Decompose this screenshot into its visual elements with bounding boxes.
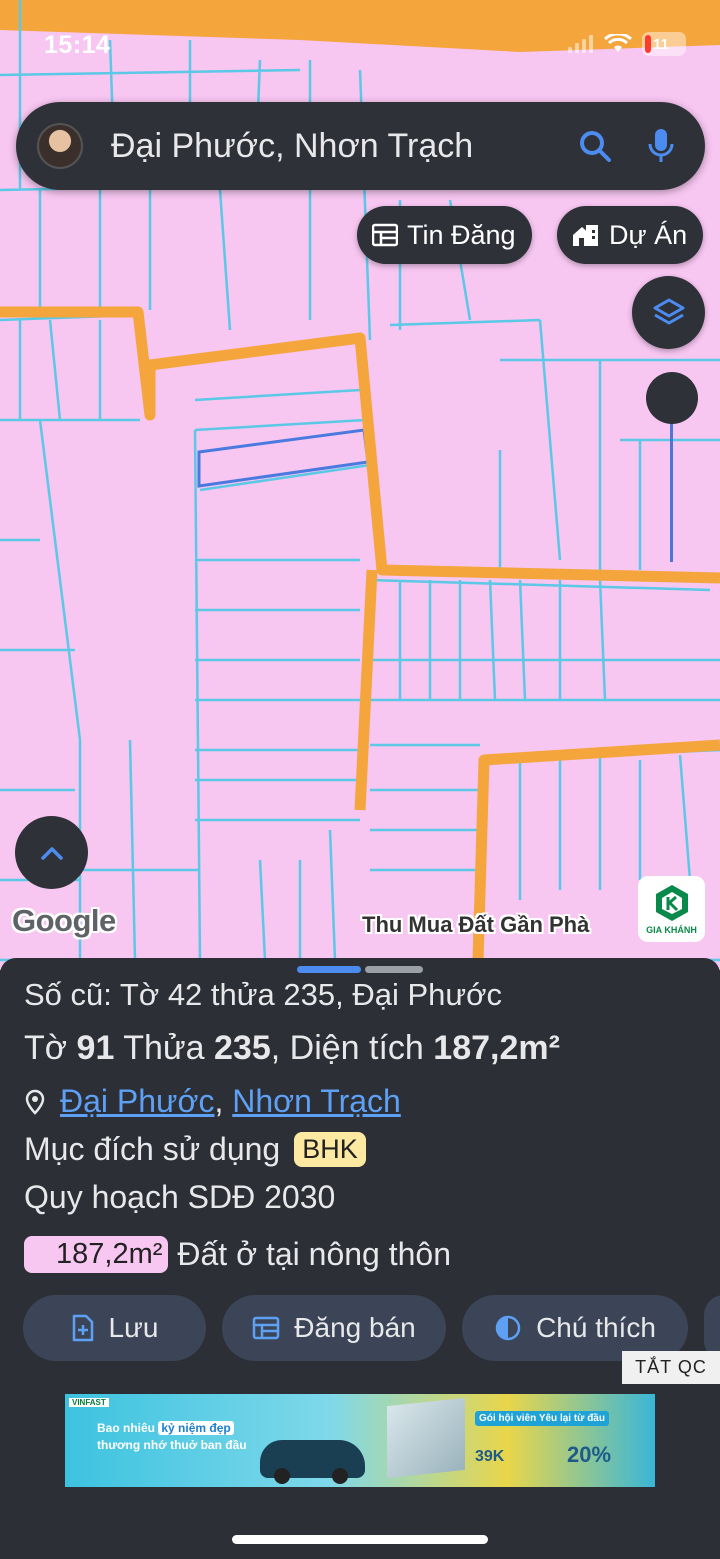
avatar[interactable] xyxy=(37,123,83,169)
layers-icon xyxy=(653,298,684,324)
old-parcel-id: Số cũ: Tờ 42 thửa 235, Đại Phước xyxy=(24,977,502,1012)
ad-headline-1: Bao nhiêu xyxy=(97,1421,156,1435)
opacity-slider-track[interactable] xyxy=(670,400,673,562)
pager-indicator[interactable] xyxy=(365,966,423,973)
save-button[interactable]: Lưu xyxy=(23,1295,206,1361)
post-sale-button[interactable]: Đăng bán xyxy=(222,1295,446,1361)
opacity-slider-thumb[interactable] xyxy=(646,372,698,424)
search-icon[interactable] xyxy=(573,124,617,168)
parcel-title: Tờ 91 Thửa 235, Diện tích 187,2m² xyxy=(24,1029,560,1068)
ad-price: 39K xyxy=(475,1448,505,1465)
lot-number: 235 xyxy=(214,1029,271,1067)
home-building-icon xyxy=(572,223,600,247)
land-use-row: Mục đích sử dụng BHK xyxy=(24,1131,366,1168)
calendar-list-icon xyxy=(252,1315,280,1341)
search-input[interactable]: Đại Phước, Nhơn Trạch xyxy=(111,127,573,166)
ad-headline-highlight: kỷ niệm đẹp xyxy=(158,1421,234,1435)
status-icons: 11 xyxy=(568,32,686,56)
layers-button[interactable] xyxy=(632,276,705,349)
google-attribution: Google xyxy=(12,903,116,938)
land-use-badge[interactable]: BHK xyxy=(294,1132,366,1167)
sheet-pager[interactable] xyxy=(297,966,423,973)
chevron-up-icon xyxy=(40,846,63,860)
sheet-label: Tờ xyxy=(24,1029,68,1067)
ad-discount: 20% xyxy=(567,1442,612,1467)
save-button-label: Lưu xyxy=(108,1312,159,1343)
projects-chip-label: Dự Án xyxy=(609,219,688,250)
expand-sheet-button[interactable] xyxy=(15,816,88,889)
plan-title: Quy hoạch SDĐ 2030 xyxy=(24,1179,336,1215)
ad-headline: Bao nhiêu kỷ niệm đẹp thương nhớ thuở ba… xyxy=(97,1420,247,1454)
battery-icon: 11 xyxy=(642,32,686,56)
area-label: , Diện tích xyxy=(270,1029,424,1067)
pager-indicator-active[interactable] xyxy=(297,966,361,973)
ward-link[interactable]: Đại Phước xyxy=(60,1083,214,1120)
planned-land-type: Đất ở tại nông thôn xyxy=(177,1236,451,1272)
legend-button-label: Chú thích xyxy=(536,1312,656,1343)
status-time: 15:14 xyxy=(44,31,111,59)
calendar-list-icon xyxy=(372,223,398,247)
ad-offer-title: Gói hội viên Yêu lại từ đầu xyxy=(475,1411,609,1426)
wifi-icon xyxy=(604,34,632,52)
mic-icon[interactable] xyxy=(639,124,683,168)
projects-chip[interactable]: Dự Án xyxy=(557,206,704,264)
land-use-label: Mục đích sử dụng xyxy=(24,1131,281,1167)
search-bar[interactable]: Đại Phước, Nhơn Trạch xyxy=(16,102,705,190)
gia-khanh-logo-icon xyxy=(655,885,688,921)
sheet-number: 91 xyxy=(76,1029,115,1067)
ad-brand-logo: VINFAST xyxy=(69,1398,109,1407)
listings-chip[interactable]: Tin Đăng xyxy=(357,206,532,264)
add-file-icon xyxy=(71,1314,95,1342)
ad-photo-collage xyxy=(387,1397,465,1479)
planned-land-row: 187,2m² Đất ở tại nông thôn xyxy=(24,1236,451,1273)
location-pin-icon xyxy=(25,1089,45,1115)
home-indicator[interactable] xyxy=(232,1535,488,1544)
status-bar: 15:14 11 xyxy=(0,0,720,92)
location-row: Đại Phước, Nhơn Trạch xyxy=(24,1083,401,1120)
signal-icon xyxy=(568,35,593,53)
ad-car-image xyxy=(260,1440,365,1484)
area-value: 187,2m² xyxy=(433,1029,560,1067)
ad-banner[interactable]: VINFAST Bao nhiêu kỷ niệm đẹp thương nhớ… xyxy=(65,1394,655,1487)
planned-area-badge: 187,2m² xyxy=(24,1236,169,1273)
close-ad-button[interactable]: TẮT QC xyxy=(622,1351,720,1384)
brand-logo-text: GIA KHÁNH xyxy=(646,925,697,935)
brand-logo[interactable]: GIA KHÁNH xyxy=(638,876,705,942)
ad-offer: Gói hội viên Yêu lại từ đầu 39K 20% xyxy=(475,1408,617,1478)
battery-level: 11 xyxy=(653,35,669,53)
poi-label[interactable]: Thu Mua Đất Gần Phà xyxy=(362,912,589,938)
district-link[interactable]: Nhơn Trạch xyxy=(232,1083,401,1120)
listings-chip-label: Tin Đăng xyxy=(407,219,516,250)
lot-label: Thửa xyxy=(123,1029,205,1067)
contrast-icon xyxy=(494,1314,522,1342)
ad-headline-2: thương nhớ thuở ban đầu xyxy=(97,1438,247,1452)
location-separator: , xyxy=(214,1083,224,1119)
post-sale-button-label: Đăng bán xyxy=(294,1312,416,1343)
